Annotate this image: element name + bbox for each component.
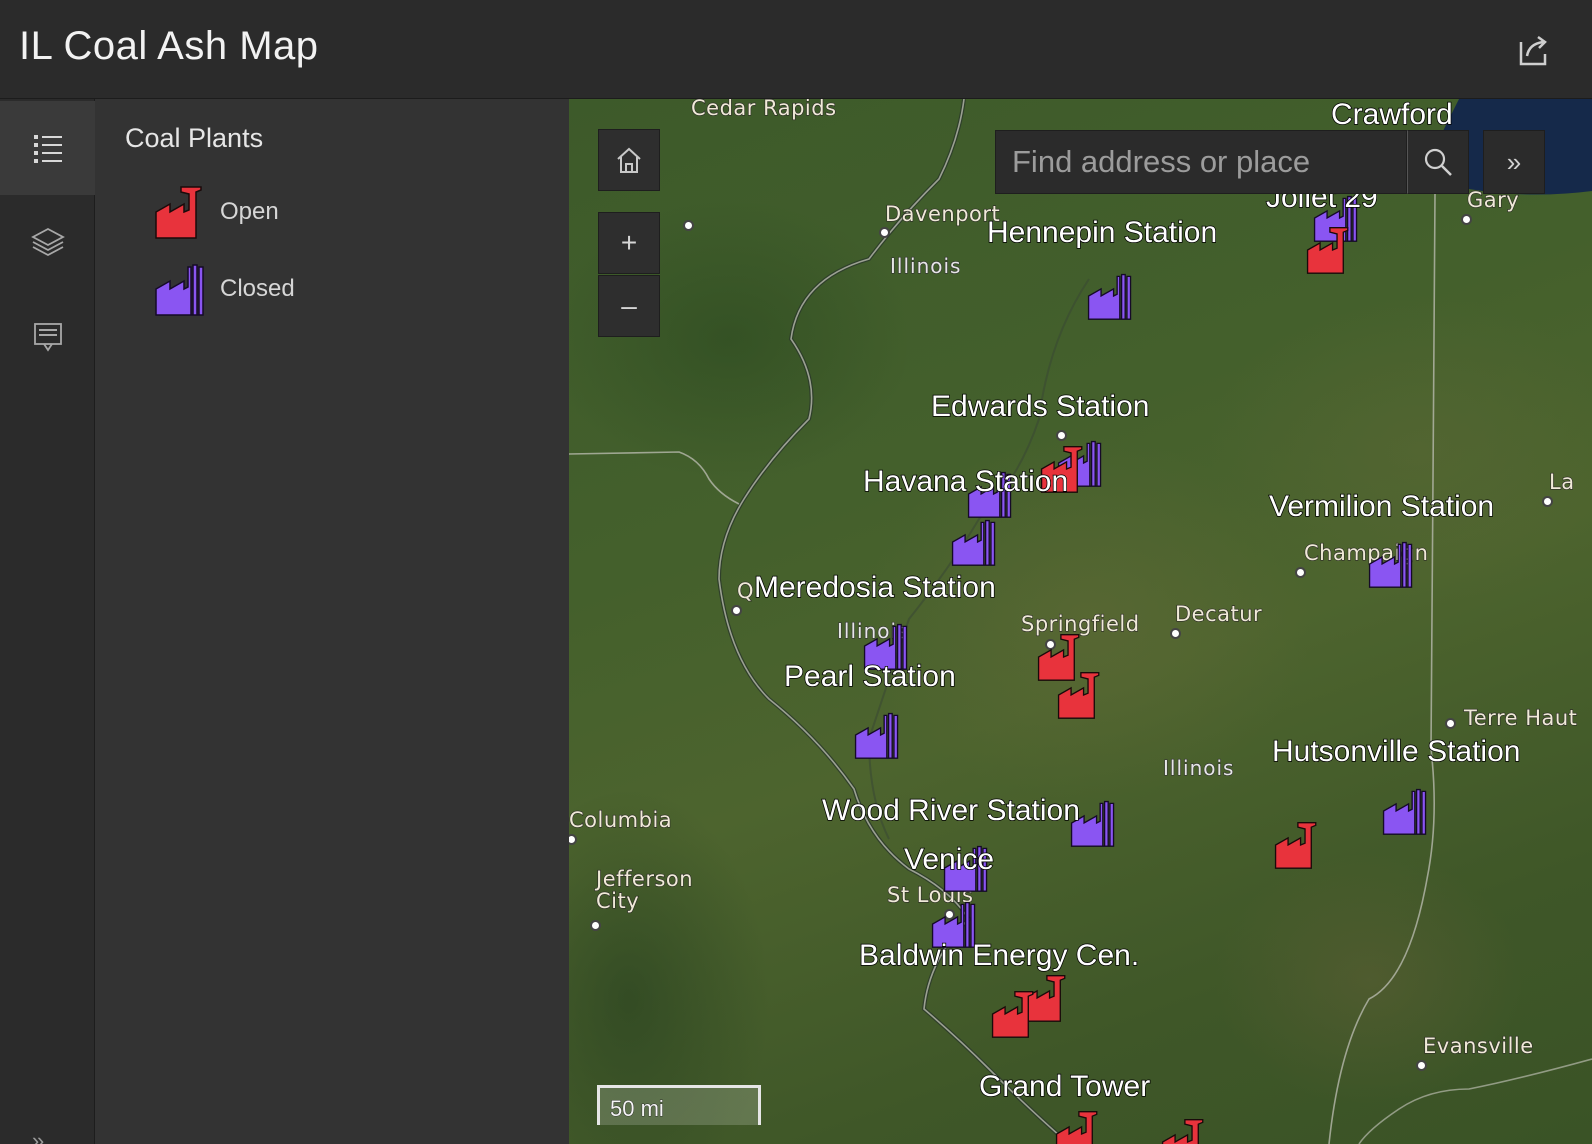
search-button[interactable] [1407, 130, 1469, 194]
legend-label-open: Open [220, 198, 279, 225]
plant-marker-closed[interactable] [852, 710, 902, 760]
scale-text: 50 mi [610, 1096, 665, 1122]
state-label-illinois: Illinois [889, 253, 962, 278]
plant-label-grand-tower: Grand Tower [978, 1069, 1151, 1104]
state-label-illinois: Illinois [1162, 755, 1235, 780]
layers-icon [30, 227, 65, 257]
legend-item-closed: Closed [153, 259, 295, 319]
state-border-east [1328, 193, 1436, 1144]
plant-label-havana: Havana Station [862, 464, 1069, 499]
city-label-cedar-rapids: Cedar Rapids [690, 99, 837, 121]
plant-marker-closed[interactable] [949, 517, 999, 567]
legend-panel: Coal Plants Open Closed [95, 99, 569, 1144]
city-label-terre-haute: Terre Haut [1463, 705, 1578, 730]
city-dot [1461, 214, 1472, 225]
city-dot [879, 227, 890, 238]
city-dot [1416, 1060, 1427, 1071]
city-label-jefferson-city: Jefferson City [595, 867, 694, 913]
plant-label-edwards: Edwards Station [930, 389, 1150, 424]
list-icon [33, 135, 62, 163]
ohio-river [1358, 1058, 1592, 1144]
city-dot [1542, 496, 1553, 507]
city-dot [683, 220, 694, 231]
search-icon [1424, 148, 1452, 176]
details-icon [33, 323, 62, 352]
city-dot [731, 605, 742, 616]
collapse-panel-button[interactable]: » [32, 1130, 44, 1144]
plant-label-vermilion: Vermilion Station [1268, 489, 1495, 524]
home-icon [617, 147, 641, 173]
legend-title: Coal Plants [125, 123, 264, 153]
plant-marker-closed[interactable] [1085, 271, 1135, 321]
plant-marker-open[interactable] [1304, 225, 1354, 275]
city-label-quincy: Q [736, 578, 755, 603]
expand-search-button[interactable]: » [1483, 130, 1545, 194]
plant-label-hutsonville: Hutsonville Station [1271, 734, 1521, 769]
city-dot [590, 920, 601, 931]
plant-marker-open[interactable] [1159, 1117, 1209, 1144]
plant-marker-closed[interactable] [1380, 786, 1430, 836]
plant-label-meredosia: Meredosia Station [753, 570, 996, 605]
app-header: IL Coal Ash Map [0, 0, 1592, 99]
city-dot [1295, 567, 1306, 578]
plant-label-crawford: Crawford [1330, 99, 1453, 132]
rail-item-layers[interactable] [0, 195, 95, 289]
share-button[interactable] [1513, 30, 1553, 70]
rail-item-details[interactable] [0, 289, 95, 383]
map-view[interactable]: Cedar Rapids Davenport Gary Champaign De… [569, 99, 1592, 1144]
legend-item-open: Open [153, 182, 279, 242]
plant-marker-open[interactable] [1272, 820, 1322, 870]
rail-item-legend[interactable] [0, 101, 95, 195]
app-title: IL Coal Ash Map [19, 24, 319, 68]
zoom-in-button[interactable]: + [598, 212, 660, 274]
plant-label-pearl: Pearl Station [783, 659, 956, 694]
plant-label-baldwin: Baldwin Energy Cen. [858, 938, 1140, 973]
plant-marker-closed[interactable] [1366, 539, 1416, 589]
zoom-out-button[interactable]: – [598, 275, 660, 337]
plant-label-wood-river: Wood River Station [821, 793, 1080, 828]
plant-marker-open[interactable] [1053, 1109, 1103, 1144]
share-icon [1519, 35, 1547, 66]
city-dot [1445, 718, 1456, 729]
side-rail: » [0, 99, 95, 1144]
scale-bar: 50 mi [597, 1085, 761, 1125]
city-label-davenport: Davenport [884, 201, 1001, 226]
plant-label-venice: Venice [903, 842, 995, 877]
city-label-columbia: Columbia [569, 807, 673, 832]
search-input[interactable] [996, 131, 1406, 193]
city-label-evansville: Evansville [1422, 1033, 1534, 1058]
state-border-ia-mo [569, 451, 740, 505]
city-dot [1170, 628, 1181, 639]
plant-marker-open[interactable] [1055, 670, 1105, 720]
factory-closed-icon [155, 264, 204, 316]
factory-open-icon [155, 186, 202, 239]
home-button[interactable] [598, 129, 660, 191]
search-box [995, 130, 1407, 194]
city-label-la: La [1548, 469, 1575, 494]
city-label-decatur: Decatur [1174, 601, 1263, 626]
legend-label-closed: Closed [220, 275, 295, 302]
plant-marker-open[interactable] [989, 989, 1039, 1039]
plant-label-hennepin: Hennepin Station [986, 215, 1218, 250]
